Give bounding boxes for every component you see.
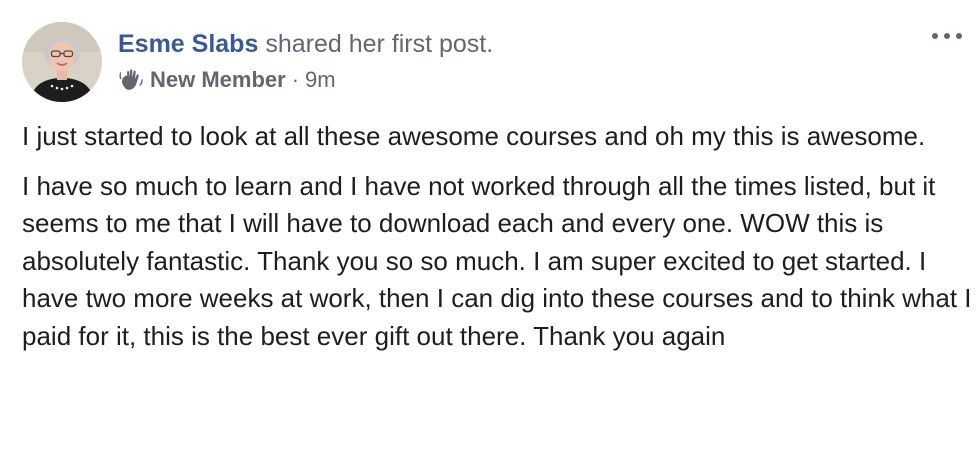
more-options-icon bbox=[932, 33, 938, 39]
more-options-icon-dot bbox=[944, 33, 950, 39]
post-paragraph: I have so much to learn and I have not w… bbox=[22, 170, 972, 351]
post-header: Esme Slabs shared her first post. New Me… bbox=[118, 28, 916, 94]
more-options-button[interactable] bbox=[932, 26, 976, 46]
post-action-text: shared her first post. bbox=[265, 30, 494, 58]
meta-separator: · bbox=[291, 67, 300, 92]
post-card: Esme Slabs shared her first post. New Me… bbox=[0, 0, 976, 452]
profile-photo bbox=[22, 22, 102, 102]
post-meta: New Member · 9m bbox=[118, 66, 916, 94]
post-timestamp[interactable]: 9m bbox=[305, 66, 336, 94]
more-options-icon-dot bbox=[956, 33, 962, 39]
post-paragraph: I just started to look at all these awes… bbox=[22, 121, 926, 151]
post-body: I just started to look at all these awes… bbox=[22, 118, 972, 367]
member-badge-label: New Member bbox=[150, 67, 286, 92]
avatar[interactable] bbox=[22, 22, 102, 102]
post-title-line: Esme Slabs shared her first post. bbox=[118, 28, 916, 60]
waving-hand-icon bbox=[118, 67, 144, 93]
author-name-link[interactable]: Esme Slabs bbox=[118, 30, 258, 58]
